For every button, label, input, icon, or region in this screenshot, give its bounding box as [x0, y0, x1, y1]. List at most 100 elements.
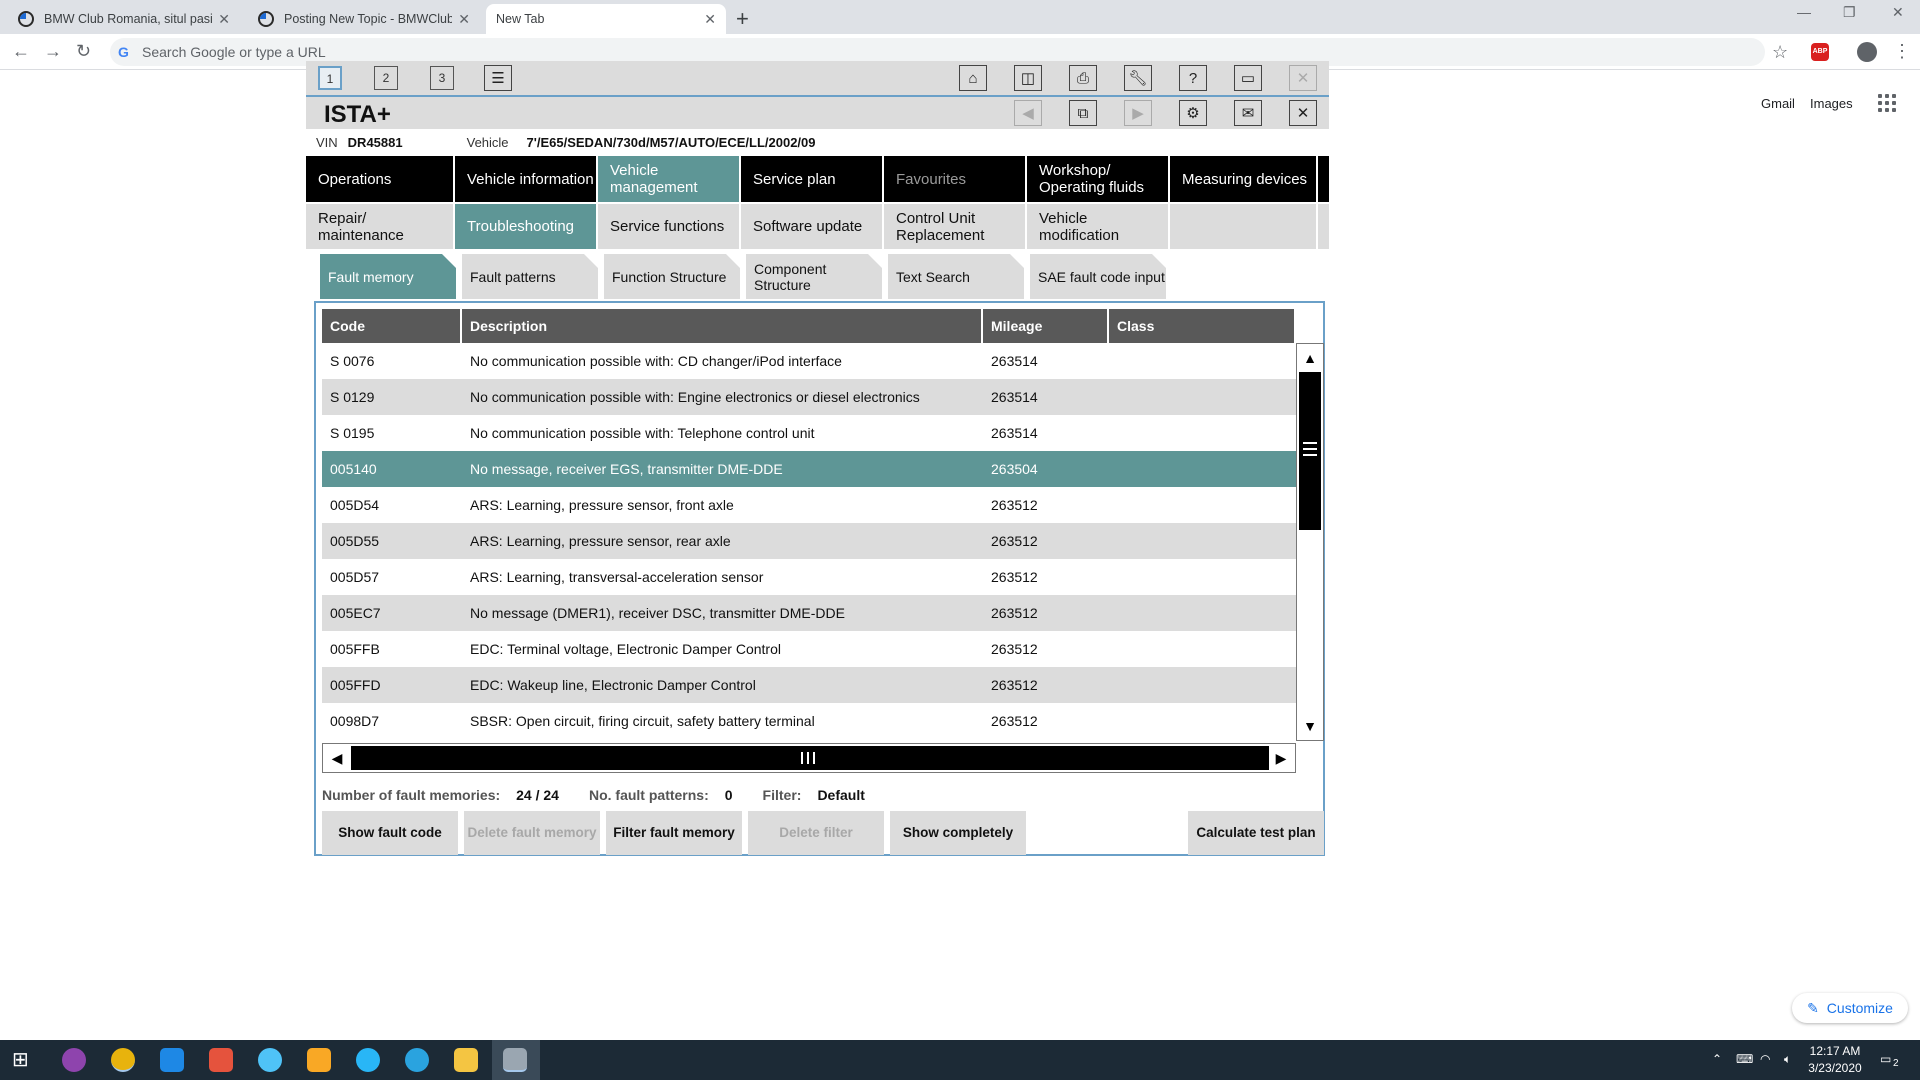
scroll-right-icon[interactable]: ▶: [1267, 744, 1295, 772]
session-button-3[interactable]: 3: [430, 66, 454, 90]
keyboard-icon[interactable]: ⌨: [1736, 1052, 1753, 1066]
table-row[interactable]: 005FFB EDC: Terminal voltage, Electronic…: [322, 631, 1296, 667]
session-button-2[interactable]: 2: [374, 66, 398, 90]
nav-favourites[interactable]: Favourites: [884, 156, 1027, 202]
horizontal-scrollbar[interactable]: ◀ ▶: [322, 743, 1296, 773]
calculate-test-plan-button[interactable]: Calculate test plan: [1188, 811, 1324, 855]
subnav-control-unit-replacement[interactable]: Control Unit Replacement: [884, 204, 1027, 249]
table-row[interactable]: 005EC7 No message (DMER1), receiver DSC,…: [322, 595, 1296, 631]
minimize-icon[interactable]: —: [1797, 4, 1811, 20]
images-link[interactable]: Images: [1810, 96, 1853, 111]
scroll-down-icon[interactable]: ▼: [1297, 712, 1323, 740]
header-code[interactable]: Code: [322, 309, 462, 343]
tab-fault-patterns[interactable]: Fault patterns: [462, 254, 598, 299]
delete-filter-button[interactable]: Delete filter: [748, 811, 884, 855]
wrench-icon[interactable]: 🔧︎: [1124, 65, 1152, 91]
browser-tab-bmw-club[interactable]: BMW Club Romania, situl pasion ✕: [8, 4, 240, 34]
subnav-vehicle-modification[interactable]: Vehicle modification: [1027, 204, 1170, 249]
app-icon[interactable]: [160, 1048, 184, 1072]
notification-center-icon[interactable]: ▭: [1880, 1052, 1891, 1066]
browser-tab-new-tab[interactable]: New Tab ✕: [486, 4, 726, 34]
adblock-plus-icon[interactable]: ABP: [1811, 43, 1829, 61]
split-view-icon[interactable]: ◫: [1014, 65, 1042, 91]
copy-icon[interactable]: ⧉: [1069, 100, 1097, 126]
dollar-app-icon[interactable]: [307, 1048, 331, 1072]
windows-start-icon[interactable]: ⊞: [12, 1048, 36, 1072]
header-description[interactable]: Description: [462, 309, 983, 343]
help-icon[interactable]: ?: [1179, 65, 1207, 91]
volume-icon[interactable]: 🔈︎: [1784, 1052, 1791, 1067]
delete-fault-memory-button[interactable]: Delete fault memory: [464, 811, 600, 855]
nav-measuring-devices[interactable]: Measuring devices: [1170, 156, 1318, 202]
table-row[interactable]: 0098D7 SBSR: Open circuit, firing circui…: [322, 703, 1296, 739]
window-close-icon[interactable]: ✕: [1892, 4, 1904, 21]
tab-text-search[interactable]: Text Search: [888, 254, 1024, 299]
tab-sae-fault-code-input[interactable]: SAE fault code input: [1030, 254, 1166, 299]
back-icon[interactable]: ◀: [1014, 100, 1042, 126]
nav-operations[interactable]: Operations: [306, 156, 455, 202]
list-icon[interactable]: ☰: [484, 65, 512, 91]
minimize-window-icon[interactable]: ▭: [1234, 65, 1262, 91]
header-class[interactable]: Class: [1109, 309, 1296, 343]
tray-chevron-icon[interactable]: ⌃: [1712, 1052, 1722, 1066]
table-row[interactable]: S 0076 No communication possible with: C…: [322, 343, 1296, 379]
nav-vehicle-information[interactable]: Vehicle information: [455, 156, 598, 202]
ccleaner-icon[interactable]: [209, 1048, 233, 1072]
tab-component-structure[interactable]: Component Structure: [746, 254, 882, 299]
close-icon[interactable]: ✕: [458, 11, 470, 28]
nav-vehicle-management[interactable]: Vehicle management: [598, 156, 741, 202]
show-fault-code-button[interactable]: Show fault code: [322, 811, 458, 855]
tab-function-structure[interactable]: Function Structure: [604, 254, 740, 299]
cloud-app-icon[interactable]: [356, 1048, 380, 1072]
table-row[interactable]: 005D57 ARS: Learning, transversal-accele…: [322, 559, 1296, 595]
chrome-icon[interactable]: [111, 1048, 135, 1072]
session-button-1[interactable]: 1: [318, 66, 342, 90]
subnav-software-update[interactable]: Software update: [741, 204, 884, 249]
close-icon[interactable]: ✕: [218, 11, 230, 28]
gmail-link[interactable]: Gmail: [1761, 96, 1795, 111]
table-row-selected[interactable]: 005140 No message, receiver EGS, transmi…: [322, 451, 1296, 487]
wifi-icon[interactable]: ◠: [1760, 1052, 1770, 1066]
table-row[interactable]: 005D54 ARS: Learning, pressure sensor, f…: [322, 487, 1296, 523]
vertical-scrollbar[interactable]: ▲ ▼: [1296, 343, 1324, 741]
line-app-icon[interactable]: [258, 1048, 282, 1072]
browser-tab-posting[interactable]: Posting New Topic - BMWClub ✕: [248, 4, 480, 34]
show-completely-button[interactable]: Show completely: [890, 811, 1026, 855]
subnav-service-functions[interactable]: Service functions: [598, 204, 741, 249]
scroll-up-icon[interactable]: ▲: [1297, 344, 1323, 372]
mail-icon[interactable]: ✉: [1234, 100, 1262, 126]
horizontal-scroll-thumb[interactable]: [351, 746, 1269, 770]
chrome-menu-icon[interactable]: ⋮: [1893, 41, 1911, 62]
tab-fault-memory[interactable]: Fault memory: [320, 254, 456, 299]
telegram-icon[interactable]: [405, 1048, 429, 1072]
header-mileage[interactable]: Mileage: [983, 309, 1109, 343]
close-session-icon[interactable]: ✕: [1289, 65, 1317, 91]
nav-workshop-operating-fluids[interactable]: Workshop/ Operating fluids: [1027, 156, 1170, 202]
subnav-repair-maintenance[interactable]: Repair/ maintenance: [306, 204, 455, 249]
table-row[interactable]: S 0129 No communication possible with: E…: [322, 379, 1296, 415]
new-tab-plus-icon[interactable]: +: [736, 6, 749, 32]
ista-app-icon[interactable]: [503, 1048, 527, 1072]
back-arrow-icon[interactable]: ←: [12, 41, 30, 62]
customize-button[interactable]: ✎ Customize: [1792, 993, 1908, 1023]
spiral-app-icon[interactable]: [62, 1048, 86, 1072]
omnibox-placeholder[interactable]: Search Google or type a URL: [142, 44, 326, 60]
forward-icon[interactable]: ▶: [1124, 100, 1152, 126]
table-row[interactable]: 005D55 ARS: Learning, pressure sensor, r…: [322, 523, 1296, 559]
google-apps-icon[interactable]: [1878, 94, 1896, 112]
vertical-scroll-thumb[interactable]: [1299, 372, 1321, 530]
settings-gear-icon[interactable]: ⚙: [1179, 100, 1207, 126]
close-icon[interactable]: ✕: [704, 11, 716, 28]
home-icon[interactable]: ⌂: [959, 65, 987, 91]
scroll-left-icon[interactable]: ◀: [323, 744, 351, 772]
system-clock[interactable]: 12:17 AM 3/23/2020: [1800, 1043, 1870, 1077]
subnav-troubleshooting[interactable]: Troubleshooting: [455, 204, 598, 249]
filter-fault-memory-button[interactable]: Filter fault memory: [606, 811, 742, 855]
forward-arrow-icon[interactable]: →: [44, 41, 62, 62]
nav-service-plan[interactable]: Service plan: [741, 156, 884, 202]
restore-icon[interactable]: ❐: [1843, 4, 1856, 21]
reload-icon[interactable]: ↻: [76, 41, 91, 62]
file-explorer-icon[interactable]: [454, 1048, 478, 1072]
table-row[interactable]: 005FFD EDC: Wakeup line, Electronic Damp…: [322, 667, 1296, 703]
profile-avatar-icon[interactable]: [1857, 42, 1877, 62]
